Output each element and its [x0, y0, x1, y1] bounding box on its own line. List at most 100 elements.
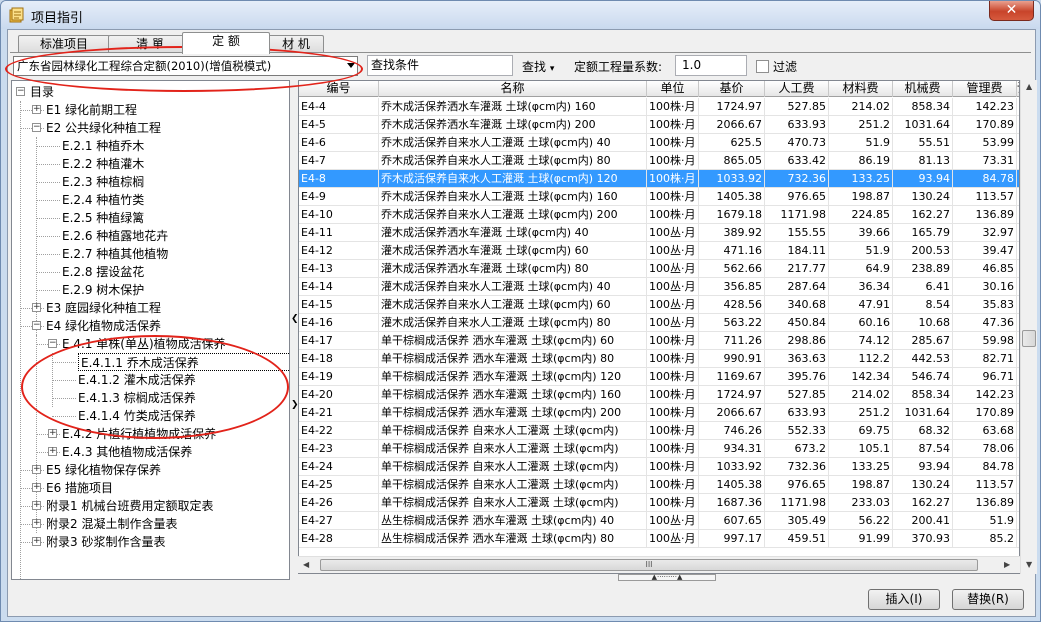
- table-row[interactable]: E4-15 灌木成活保养自来水人工灌溉 土球(φcm内) 60 100丛·月 428.…: [299, 296, 1019, 314]
- tree-connector: [36, 236, 60, 237]
- table-row[interactable]: E4-21 单干棕榈成活保养 洒水车灌溉 土球(φcm内) 200 100株·月 20…: [299, 404, 1019, 422]
- table-cell: 单干棕榈成活保养 洒水车灌溉 土球(φcm内) 120: [379, 368, 647, 386]
- tree-item[interactable]: E.2.6 种植露地花卉: [62, 227, 168, 245]
- table-row[interactable]: E4-28 丛生棕榈成活保养 洒水车灌溉 土球(φcm内) 80 100丛·月 997…: [299, 530, 1019, 548]
- table-row[interactable]: E4-24 单干棕榈成活保养 自来水人工灌溉 土球(φcm内) 100株·月 1033…: [299, 458, 1019, 476]
- table-cell: 100株·月: [647, 404, 699, 422]
- tree-item[interactable]: E.2.4 种植竹类: [62, 191, 144, 209]
- scroll-right-icon[interactable]: ▶: [1004, 560, 1010, 569]
- collapse-icon[interactable]: −: [32, 123, 41, 132]
- horizontal-scroll-thumb[interactable]: III: [320, 559, 978, 571]
- tree-item[interactable]: 附录2 混凝土制作含量表: [46, 515, 177, 533]
- tree-item[interactable]: E3 庭园绿化种植工程: [46, 299, 161, 317]
- expand-icon[interactable]: +: [32, 465, 41, 474]
- pane-splitter[interactable]: ❮ ❯: [290, 80, 299, 580]
- table-row[interactable]: E4-10 乔木成活保养自来水人工灌溉 土球(φcm内) 200 100株·月 167…: [299, 206, 1019, 224]
- table-row[interactable]: E4-17 单干棕榈成活保养 洒水车灌溉 土球(φcm内) 60 100株·月 711…: [299, 332, 1019, 350]
- bottom-pane-grip[interactable]: ▲·········▲: [618, 574, 716, 581]
- expand-icon[interactable]: +: [48, 447, 57, 456]
- table-cell: 86.19: [829, 152, 893, 170]
- tree-item[interactable]: E.2.7 种植其他植物: [62, 245, 168, 263]
- tree-item[interactable]: E.2.3 种植棕榈: [62, 173, 144, 191]
- table-row[interactable]: E4-11 灌木成活保养洒水车灌溉 土球(φcm内) 40 100丛·月 389.92…: [299, 224, 1019, 242]
- replace-button[interactable]: 替换(R): [952, 589, 1024, 610]
- column-header[interactable]: 材料费: [829, 81, 893, 97]
- tree-item[interactable]: E1 绿化前期工程: [46, 101, 137, 119]
- expand-icon[interactable]: +: [32, 501, 41, 510]
- table-row[interactable]: E4-9 乔木成活保养自来水人工灌溉 土球(φcm内) 160 100株·月 1405…: [299, 188, 1019, 206]
- table-row[interactable]: E4-20 单干棕榈成活保养 洒水车灌溉 土球(φcm内) 160 100株·月 17…: [299, 386, 1019, 404]
- collapse-icon[interactable]: −: [16, 87, 25, 96]
- expand-icon[interactable]: +: [32, 537, 41, 546]
- tree-item[interactable]: E4 绿化植物成活保养: [46, 317, 161, 335]
- column-header[interactable]: 机械费: [893, 81, 953, 97]
- column-header[interactable]: 管理费: [953, 81, 1017, 97]
- tree-item[interactable]: 附录3 砂浆制作含量表: [46, 533, 165, 551]
- collapse-icon[interactable]: −: [48, 339, 57, 348]
- column-header[interactable]: 基价: [699, 81, 765, 97]
- tree-item[interactable]: E.2.8 摆设盆花: [62, 263, 144, 281]
- expand-icon[interactable]: +: [32, 519, 41, 528]
- vertical-scroll-thumb[interactable]: [1022, 330, 1036, 347]
- title-bar[interactable]: 项目指引 ✕: [1, 1, 1040, 29]
- table-row[interactable]: E4-27 丛生棕榈成活保养 洒水车灌溉 土球(φcm内) 40 100丛·月 607…: [299, 512, 1019, 530]
- table-row[interactable]: E4-25 单干棕榈成活保养 自来水人工灌溉 土球(φcm内) 100株·月 1405…: [299, 476, 1019, 494]
- catalog-tree[interactable]: 目录 − E1 绿化前期工程 + E2 公共绿化种植工程 − E.2.1 种植乔木 E.2.2…: [11, 80, 290, 580]
- quantity-coefficient-input[interactable]: 1.0: [675, 55, 747, 76]
- expand-icon[interactable]: +: [32, 483, 41, 492]
- collapse-left-icon[interactable]: ❮: [291, 314, 299, 324]
- tab-quota[interactable]: 定 额: [182, 32, 270, 54]
- table-cell: 200.41: [893, 512, 953, 530]
- scroll-up-icon[interactable]: ▲: [1026, 82, 1032, 91]
- table-row[interactable]: E4-23 单干棕榈成活保养 自来水人工灌溉 土球(φcm内) 100株·月 934.…: [299, 440, 1019, 458]
- table-row[interactable]: E4-5 乔木成活保养洒水车灌溉 土球(φcm内) 200 100株·月 2066.6…: [299, 116, 1019, 134]
- table-row[interactable]: E4-4 乔木成活保养洒水车灌溉 土球(φcm内) 160 100株·月 1724.9…: [299, 98, 1019, 116]
- tree-item[interactable]: E.2.5 种植绿篱: [62, 209, 144, 227]
- tree-item-label: E.2.6 种植露地花卉: [62, 229, 169, 243]
- table-row[interactable]: E4-19 单干棕榈成活保养 洒水车灌溉 土球(φcm内) 120 100株·月 11…: [299, 368, 1019, 386]
- tree-item[interactable]: E5 绿化植物保存保养: [46, 461, 161, 479]
- table-row[interactable]: E4-6 乔木成活保养自来水人工灌溉 土球(φcm内) 40 100株·月 625.5…: [299, 134, 1019, 152]
- table-cell: 56.22: [829, 512, 893, 530]
- tree-item[interactable]: E.2.2 种植灌木: [62, 155, 144, 173]
- collapse-right-icon[interactable]: ❯: [291, 400, 299, 410]
- scroll-left-icon[interactable]: ◀: [303, 560, 309, 569]
- table-row[interactable]: E4-16 灌木成活保养自来水人工灌溉 土球(φcm内) 80 100丛·月 563.…: [299, 314, 1019, 332]
- tree-item[interactable]: E6 措施项目: [46, 479, 113, 497]
- table-row[interactable]: E4-12 灌木成活保养洒水车灌溉 土球(φcm内) 60 100丛·月 471.16…: [299, 242, 1019, 260]
- tree-connector: [36, 290, 60, 291]
- table-row[interactable]: E4-7 乔木成活保养自来水人工灌溉 土球(φcm内) 80 100株·月 865.0…: [299, 152, 1019, 170]
- table-cell: 1169.67: [699, 368, 765, 386]
- table-row[interactable]: E4-18 单干棕榈成活保养 洒水车灌溉 土球(φcm内) 80 100株·月 990…: [299, 350, 1019, 368]
- close-button[interactable]: ✕: [989, 1, 1034, 21]
- column-header[interactable]: 单位: [647, 81, 699, 97]
- filter-checkbox[interactable]: [756, 60, 769, 73]
- tree-item[interactable]: E.2.1 种植乔木: [62, 137, 144, 155]
- scroll-down-icon[interactable]: ▼: [1026, 560, 1032, 569]
- table-cell: 113.57: [953, 188, 1017, 206]
- table-row[interactable]: E4-26 单干棕榈成活保养 自来水人工灌溉 土球(φcm内) 100株·月 1687…: [299, 494, 1019, 512]
- insert-button[interactable]: 插入(I): [868, 589, 940, 610]
- tree-item[interactable]: E2 公共绿化种植工程: [46, 119, 161, 137]
- table-cell: 73.31: [953, 152, 1017, 170]
- expand-icon[interactable]: +: [48, 429, 57, 438]
- expand-icon[interactable]: +: [32, 303, 41, 312]
- search-input[interactable]: 查找条件: [367, 55, 513, 76]
- table-header: 编号名称单位基价人工费材料费机械费管理费调整系: [299, 81, 1019, 97]
- find-button[interactable]: 查找 ▾: [522, 58, 554, 75]
- table-row[interactable]: E4-22 单干棕榈成活保养 自来水人工灌溉 土球(φcm内) 100株·月 746.…: [299, 422, 1019, 440]
- tree-item[interactable]: E.4.3 其他植物成活保养: [62, 443, 192, 461]
- horizontal-scrollbar[interactable]: ◀ III ▶: [298, 556, 1020, 573]
- tree-item[interactable]: 目录: [30, 83, 54, 101]
- column-header[interactable]: 名称: [379, 81, 647, 97]
- table-row[interactable]: E4-14 灌木成活保养自来水人工灌溉 土球(φcm内) 40 100丛·月 356.…: [299, 278, 1019, 296]
- collapse-icon[interactable]: −: [32, 321, 41, 330]
- tree-item[interactable]: 附录1 机械台班费用定额取定表: [46, 497, 213, 515]
- tree-item[interactable]: E.2.9 树木保护: [62, 281, 144, 299]
- vertical-scrollbar[interactable]: ▲ ▼: [1020, 80, 1037, 574]
- table-row[interactable]: E4-13 灌木成活保养洒水车灌溉 土球(φcm内) 80 100丛·月 562.66…: [299, 260, 1019, 278]
- column-header[interactable]: 人工费: [765, 81, 829, 97]
- table-row-selected[interactable]: E4-8 乔木成活保养自来水人工灌溉 土球(φcm内) 120 100株·月 1033…: [299, 170, 1019, 188]
- expand-icon[interactable]: +: [32, 105, 41, 114]
- table-cell: 2066.67: [699, 404, 765, 422]
